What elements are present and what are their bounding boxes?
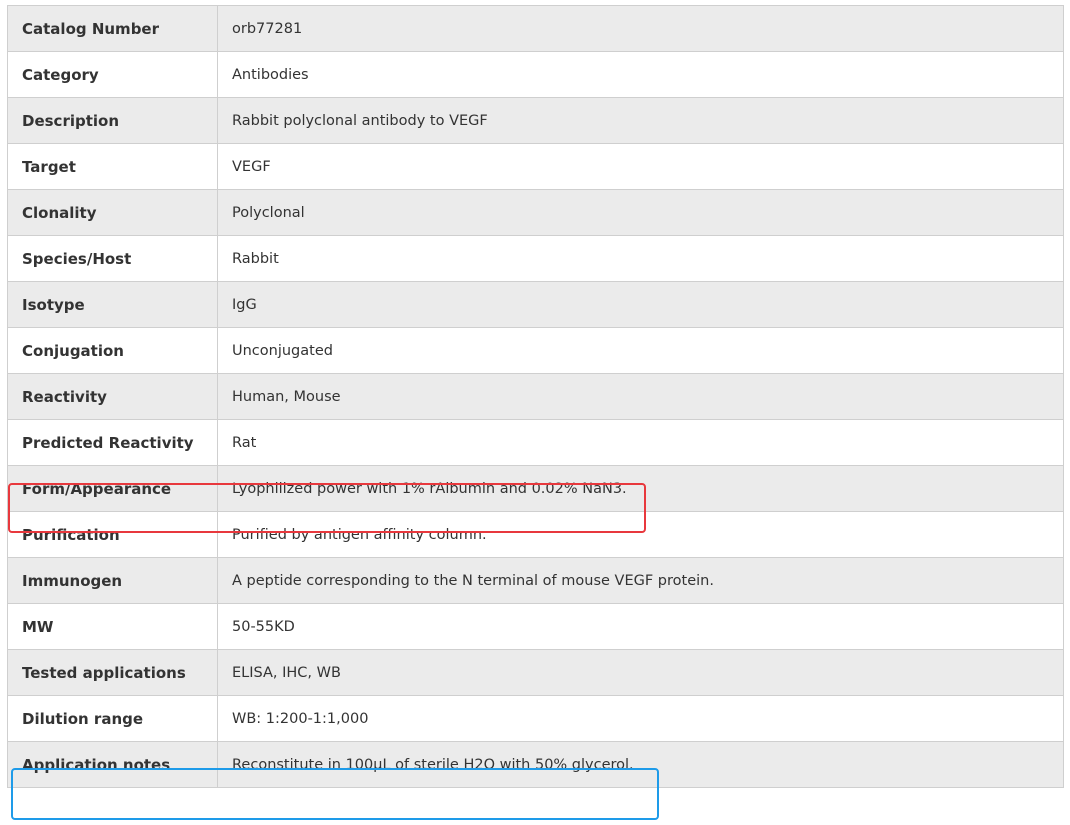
row-label: Dilution range: [7, 695, 218, 742]
table-row-mw: MW 50-55KD: [7, 603, 1064, 650]
table-row-clonality: Clonality Polyclonal: [7, 189, 1064, 236]
row-value: ELISA, IHC, WB: [217, 649, 1064, 696]
row-label: Reactivity: [7, 373, 218, 420]
table-row-predicted-reactivity: Predicted Reactivity Rat: [7, 419, 1064, 466]
row-label: Description: [7, 97, 218, 144]
row-label: Purification: [7, 511, 218, 558]
row-label: MW: [7, 603, 218, 650]
row-value: Antibodies: [217, 51, 1064, 98]
row-value: WB: 1:200-1:1,000: [217, 695, 1064, 742]
table-row-category: Category Antibodies: [7, 51, 1064, 98]
row-value: Purified by antigen affinity column.: [217, 511, 1064, 558]
table-row-species-host: Species/Host Rabbit: [7, 235, 1064, 282]
row-label: Form/Appearance: [7, 465, 218, 512]
row-label: Isotype: [7, 281, 218, 328]
table-row-purification: Purification Purified by antigen affinit…: [7, 511, 1064, 558]
row-value: VEGF: [217, 143, 1064, 190]
table-row-isotype: Isotype IgG: [7, 281, 1064, 328]
row-label: Immunogen: [7, 557, 218, 604]
row-value: 50-55KD: [217, 603, 1064, 650]
row-label: Tested applications: [7, 649, 218, 696]
table-row-tested-applications: Tested applications ELISA, IHC, WB: [7, 649, 1064, 696]
table-row-immunogen: Immunogen A peptide corresponding to the…: [7, 557, 1064, 604]
row-label: Category: [7, 51, 218, 98]
row-value: Rabbit: [217, 235, 1064, 282]
row-value: Human, Mouse: [217, 373, 1064, 420]
row-value: Lyophilized power with 1% rAlbumin and 0…: [217, 465, 1064, 512]
table-row-target: Target VEGF: [7, 143, 1064, 190]
row-value: Rabbit polyclonal antibody to VEGF: [217, 97, 1064, 144]
table-row-conjugation: Conjugation Unconjugated: [7, 327, 1064, 374]
row-label: Predicted Reactivity: [7, 419, 218, 466]
row-label: Catalog Number: [7, 5, 218, 52]
row-label: Application notes: [7, 741, 218, 788]
table-row-dilution-range: Dilution range WB: 1:200-1:1,000: [7, 695, 1064, 742]
table-row-application-notes: Application notes Reconstitute in 100µL …: [7, 741, 1064, 788]
row-value: Polyclonal: [217, 189, 1064, 236]
row-label: Clonality: [7, 189, 218, 236]
table-row-form-appearance: Form/Appearance Lyophilized power with 1…: [7, 465, 1064, 512]
table-row-description: Description Rabbit polyclonal antibody t…: [7, 97, 1064, 144]
row-value: Rat: [217, 419, 1064, 466]
table-row-catalog-number: Catalog Number orb77281: [7, 5, 1064, 52]
row-value: Unconjugated: [217, 327, 1064, 374]
row-value: Reconstitute in 100µL of sterile H2O wit…: [217, 741, 1064, 788]
row-value: orb77281: [217, 5, 1064, 52]
row-label: Species/Host: [7, 235, 218, 282]
row-value: IgG: [217, 281, 1064, 328]
row-value: A peptide corresponding to the N termina…: [217, 557, 1064, 604]
product-spec-table: Catalog Number orb77281 Category Antibod…: [7, 5, 1064, 788]
row-label: Target: [7, 143, 218, 190]
row-label: Conjugation: [7, 327, 218, 374]
table-row-reactivity: Reactivity Human, Mouse: [7, 373, 1064, 420]
